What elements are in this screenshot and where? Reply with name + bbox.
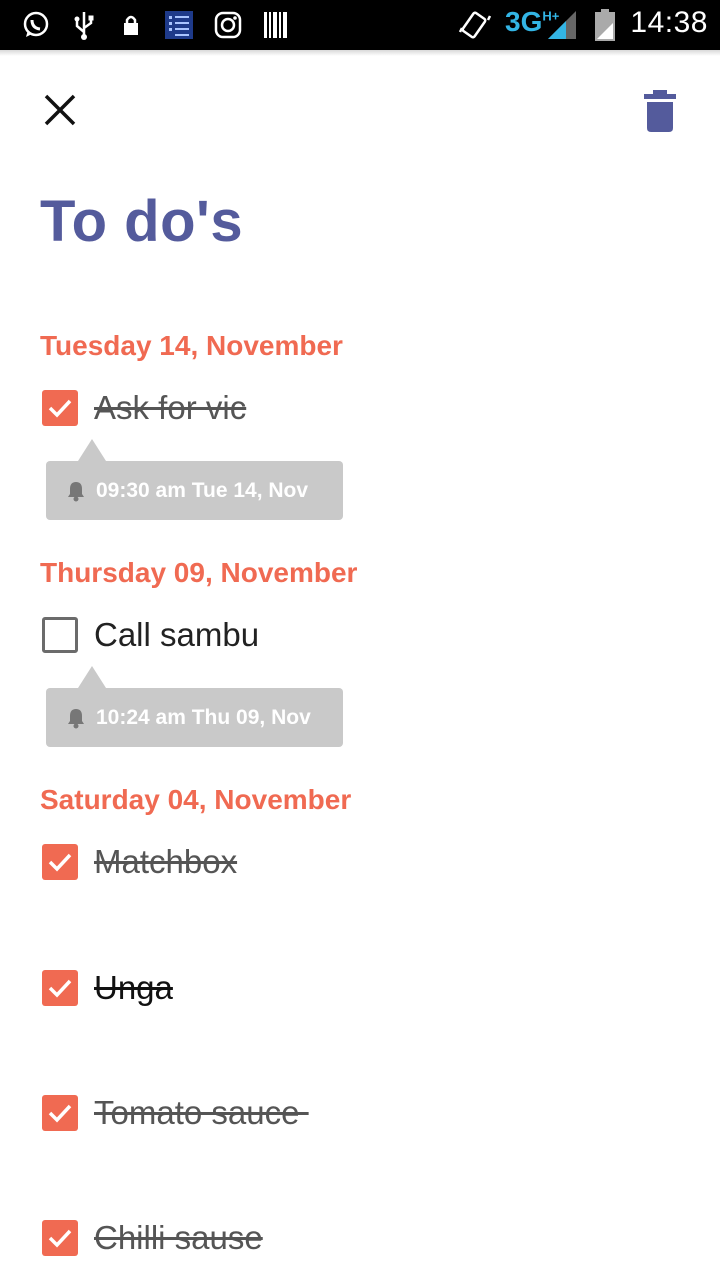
todo-item: Matchbox [42,840,237,884]
todo-text[interactable]: Ask for vic [94,389,246,427]
date-heading: Tuesday 14, November [40,330,343,361]
close-button[interactable] [38,88,82,132]
todo-item: Call sambu [42,613,259,657]
instagram-icon [214,10,242,40]
usb-icon [72,10,96,40]
lock-icon [120,10,142,40]
signal-icon [548,10,578,40]
todo-text[interactable]: Unga [94,969,173,1007]
bell-icon [66,480,86,502]
check-icon [48,979,72,998]
todo-checkbox[interactable] [42,1095,78,1131]
barcode-icon [264,10,288,40]
todo-item: Chilli sause [42,1216,263,1260]
close-icon [38,94,82,136]
check-icon [48,399,72,418]
todo-checkbox[interactable] [42,617,78,653]
todo-checkbox[interactable] [42,844,78,880]
reminder-text: 09:30 am Tue 14, Nov [96,478,309,502]
todo-checkbox[interactable] [42,970,78,1006]
checklist-app-icon [165,10,193,40]
whatsapp-icon [20,10,52,40]
clock: 14:38 [630,6,708,39]
reminder-text: 10:24 am Thu 09, Nov [96,705,311,729]
reminder-chip[interactable]: 10:24 am Thu 09, Nov [46,666,343,747]
date-heading: Thursday 09, November [40,557,358,588]
check-icon [48,1229,72,1248]
check-icon [48,853,72,872]
vibrate-icon [458,10,492,40]
todo-item: Ask for vic [42,386,246,430]
todo-checkbox[interactable] [42,390,78,426]
toolbar-shadow [0,50,720,56]
todo-text[interactable]: Matchbox [94,843,237,881]
delete-button[interactable] [640,88,680,134]
todo-item: Unga [42,966,173,1010]
date-heading: Saturday 04, November [40,784,352,815]
status-bar: 3GH+ 14:38 [0,0,720,50]
battery-icon [594,9,616,41]
todo-text[interactable]: Tomato sauce [94,1094,309,1132]
page-title: To do's [40,189,244,254]
reminder-chip[interactable]: 09:30 am Tue 14, Nov [46,439,343,520]
check-icon [48,1104,72,1123]
bell-icon [66,707,86,729]
todo-item: Tomato sauce [42,1091,309,1135]
todo-checkbox[interactable] [42,1220,78,1256]
todo-text[interactable]: Chilli sause [94,1219,263,1257]
trash-icon [640,90,680,138]
todo-text[interactable]: Call sambu [94,616,259,654]
